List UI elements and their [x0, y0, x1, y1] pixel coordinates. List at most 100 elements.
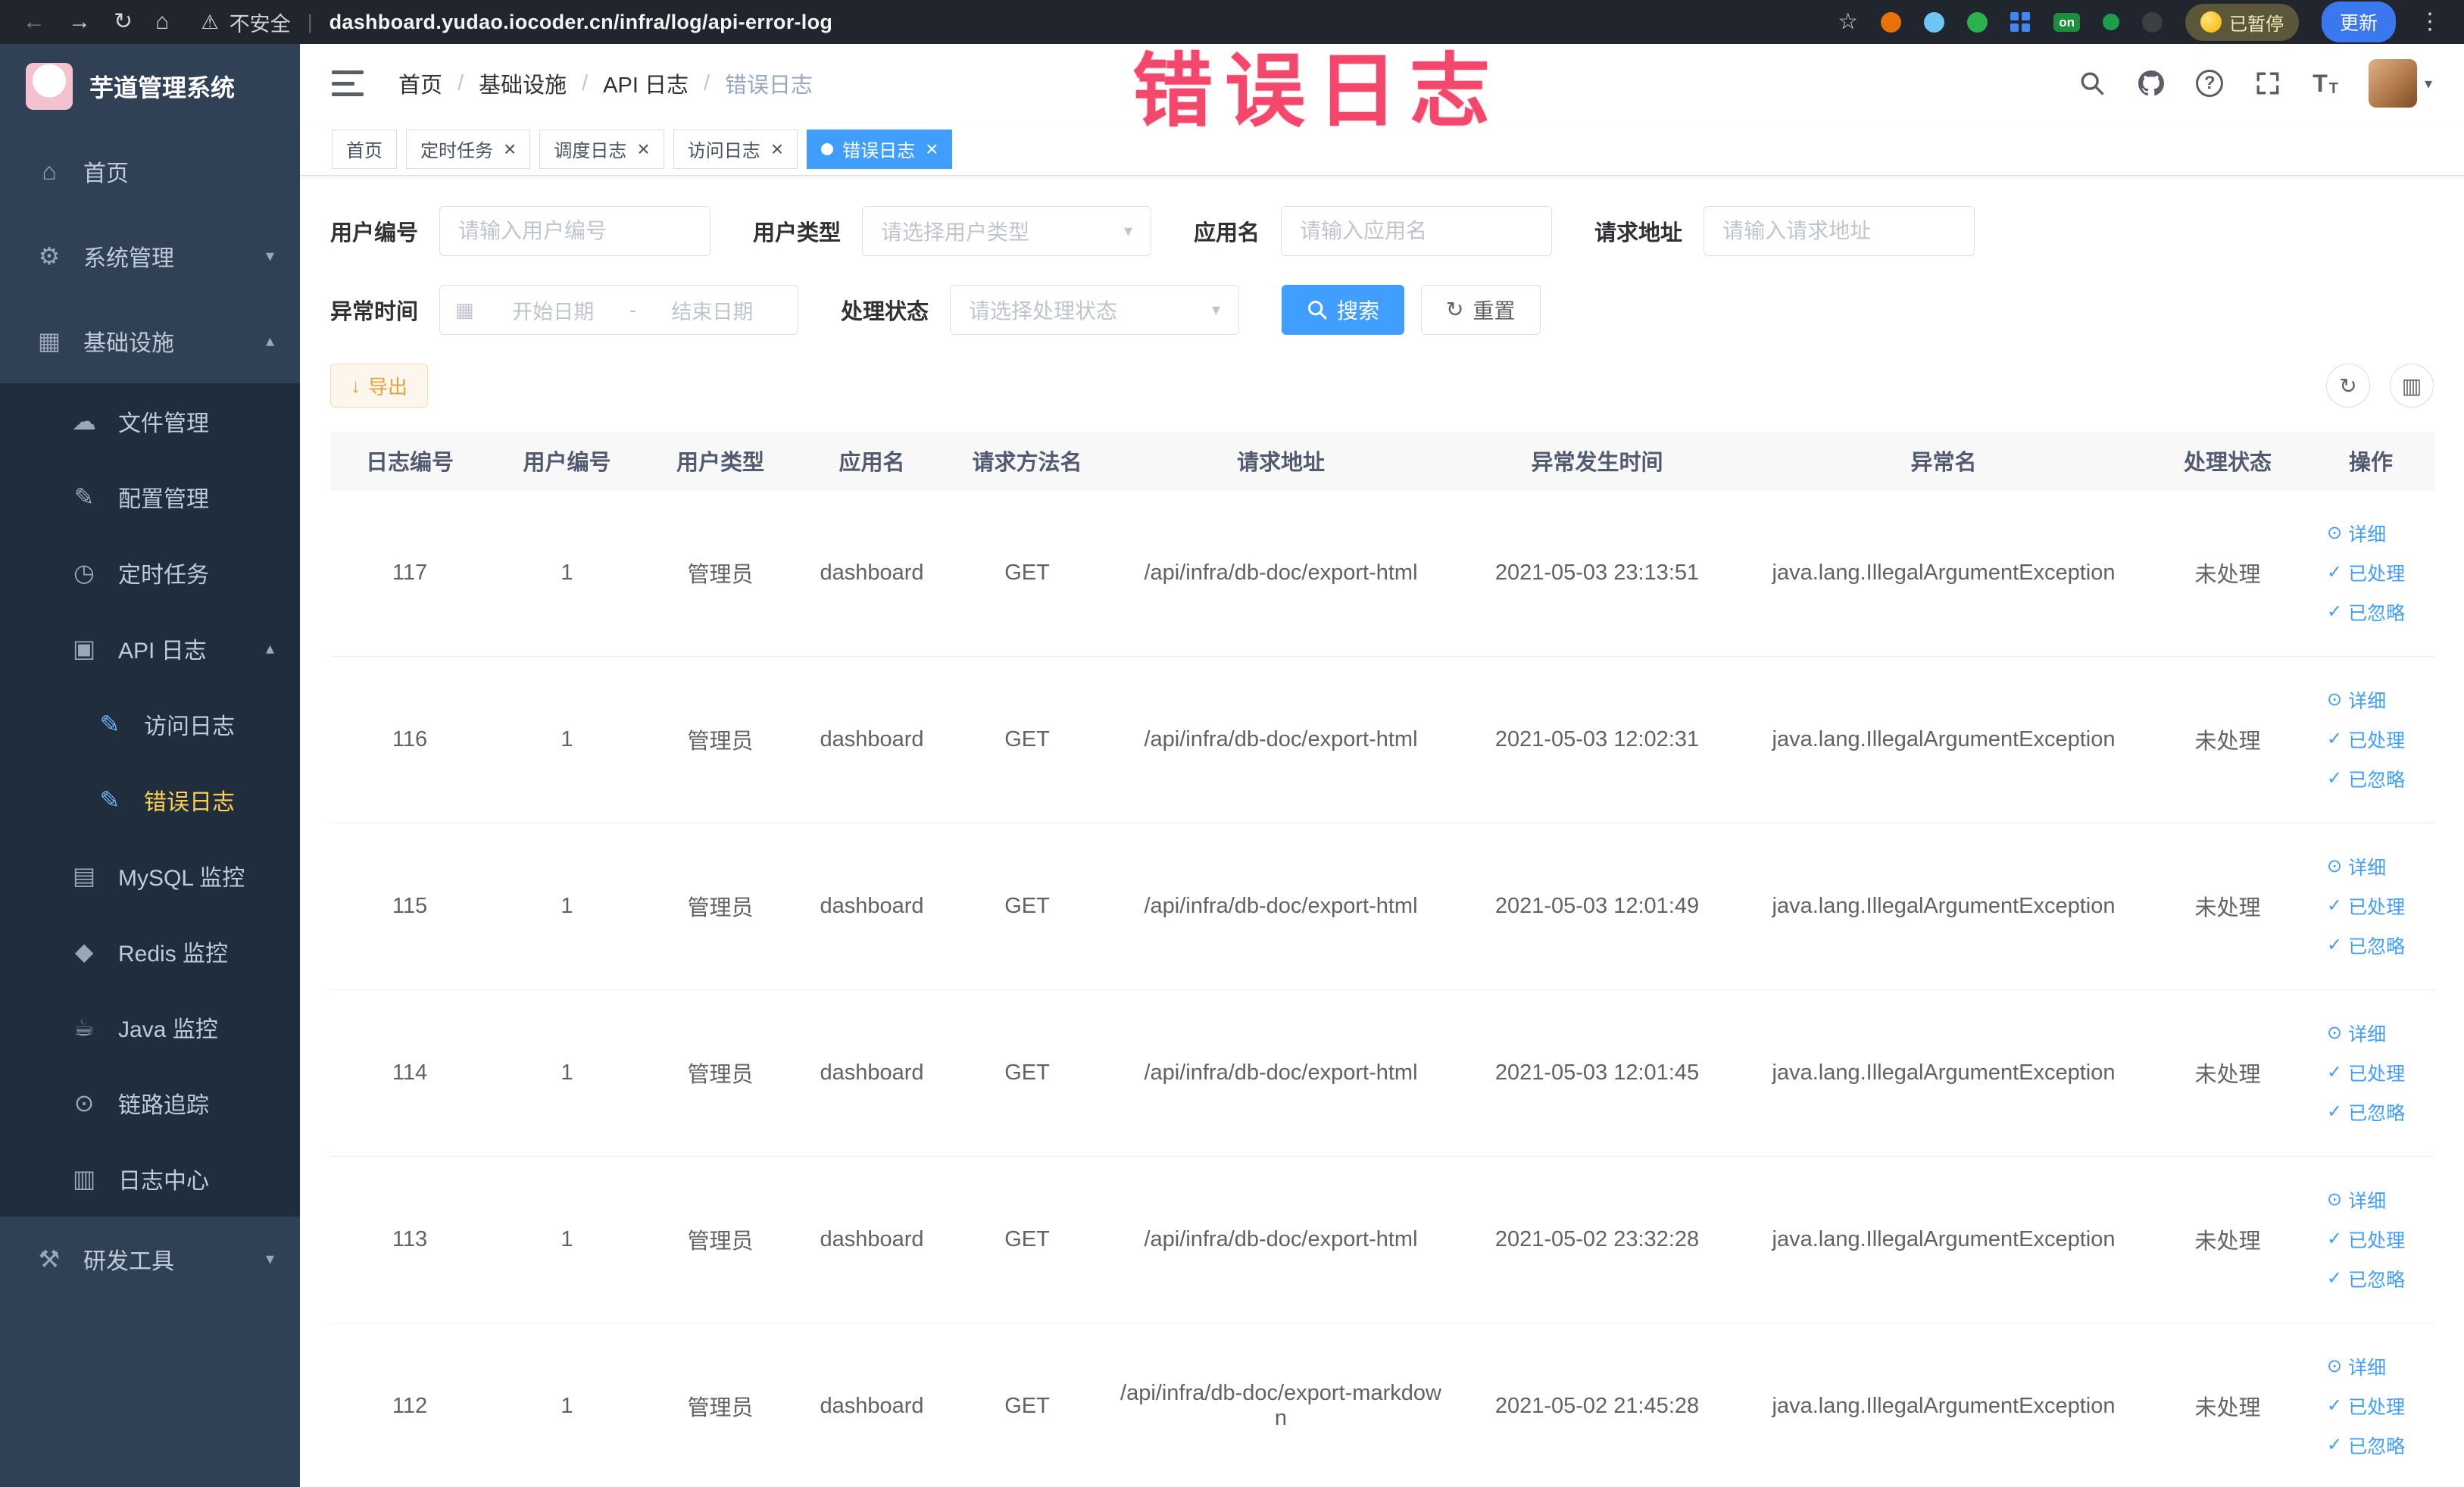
- sidebar-item-Java 监控[interactable]: ☕ Java 监控: [0, 989, 300, 1065]
- action-已忽略[interactable]: ✓ 已忽略: [2327, 932, 2405, 959]
- breadcrumb-item[interactable]: API 日志: [603, 67, 689, 99]
- sidebar-item-配置管理[interactable]: ✎ 配置管理: [0, 459, 300, 535]
- exception-time-range-picker[interactable]: ▦ 开始日期 - 结束日期: [439, 285, 799, 335]
- sidebar-item-基础设施[interactable]: ▦ 基础设施 ▴: [0, 298, 300, 383]
- sidebar-logo[interactable]: 芋道管理系统: [0, 44, 300, 129]
- filter-request-url: 请求地址: [1594, 206, 1975, 256]
- github-icon[interactable]: [2137, 69, 2166, 98]
- close-icon[interactable]: ×: [771, 138, 783, 160]
- request-url-input[interactable]: [1704, 206, 1975, 256]
- check-icon: ✓: [2327, 1435, 2343, 1455]
- close-icon[interactable]: ×: [926, 138, 938, 160]
- extension-blue-icon[interactable]: [1924, 11, 1945, 33]
- tab-访问日志[interactable]: 访问日志 ×: [673, 129, 798, 169]
- bookmark-star-icon[interactable]: ☆: [1838, 11, 1858, 33]
- tab-定时任务[interactable]: 定时任务 ×: [406, 129, 531, 169]
- sidebar-item-MySQL 监控[interactable]: ▤ MySQL 监控: [0, 838, 300, 914]
- sidebar-item-访问日志[interactable]: ✎ 访问日志: [0, 686, 300, 762]
- close-icon[interactable]: ×: [504, 138, 516, 160]
- action-已忽略[interactable]: ✓ 已忽略: [2327, 598, 2405, 626]
- sidebar-item-label: 错误日志: [144, 790, 235, 815]
- action-已处理[interactable]: ✓ 已处理: [2327, 892, 2405, 920]
- java-icon: ☕: [73, 1014, 95, 1041]
- update-button[interactable]: 更新: [2321, 2, 2396, 42]
- action-详细[interactable]: ⊙ 详细: [2327, 853, 2386, 880]
- home-button[interactable]: ⌂: [155, 11, 169, 33]
- extension-grid-icon[interactable]: [2010, 11, 2031, 33]
- action-已处理[interactable]: ✓ 已处理: [2327, 1059, 2405, 1086]
- sidebar-item-API 日志[interactable]: ▣ API 日志 ▴: [0, 611, 300, 686]
- user-menu[interactable]: ▾: [2368, 59, 2432, 108]
- export-button[interactable]: ↓ 导出: [330, 364, 429, 408]
- tab-错误日志[interactable]: 错误日志 ×: [807, 129, 953, 169]
- font-size-icon[interactable]: TT: [2313, 70, 2338, 98]
- app-name-input[interactable]: [1281, 206, 1553, 256]
- action-已忽略[interactable]: ✓ 已忽略: [2327, 1265, 2405, 1292]
- action-已处理[interactable]: ✓ 已处理: [2327, 726, 2405, 753]
- fullscreen-icon[interactable]: [2253, 69, 2282, 98]
- refresh-table-button[interactable]: ↻: [2326, 364, 2370, 408]
- action-详细[interactable]: ⊙ 详细: [2327, 520, 2386, 547]
- action-label: 详细: [2348, 1024, 2387, 1045]
- reload-button[interactable]: ↻: [114, 11, 133, 33]
- sidebar-item-错误日志[interactable]: ✎ 错误日志: [0, 762, 300, 838]
- sidebar-item-定时任务[interactable]: ◷ 定时任务: [0, 535, 300, 611]
- action-label: 已忽略: [2348, 603, 2406, 624]
- kebab-menu-icon[interactable]: ⋮: [2419, 11, 2441, 33]
- action-已处理[interactable]: ✓ 已处理: [2327, 1392, 2405, 1420]
- process-status-select[interactable]: 请选择处理状态 ▾: [950, 285, 1240, 335]
- action-已忽略[interactable]: ✓ 已忽略: [2327, 1098, 2405, 1126]
- cell-app: dashboard: [796, 656, 948, 823]
- sidebar-item-label: MySQL 监控: [118, 866, 245, 891]
- action-详细[interactable]: ⊙ 详细: [2327, 1353, 2386, 1380]
- action-已处理[interactable]: ✓ 已处理: [2327, 1226, 2405, 1253]
- range-separator: -: [629, 298, 636, 321]
- api-log-icon: ▣: [72, 635, 96, 662]
- action-详细[interactable]: ⊙ 详细: [2327, 1020, 2386, 1047]
- hamburger-icon[interactable]: [332, 70, 364, 96]
- sidebar-item-研发工具[interactable]: ⚒ 研发工具 ▾: [0, 1217, 300, 1301]
- action-详细[interactable]: ⊙ 详细: [2327, 686, 2386, 714]
- cell-exception: java.lang.IllegalArgumentException: [1739, 823, 2148, 990]
- action-已忽略[interactable]: ✓ 已忽略: [2327, 1432, 2405, 1459]
- action-label: 已处理: [2348, 1064, 2406, 1085]
- sidebar-item-链路追踪[interactable]: ⊙ 链路追踪: [0, 1065, 300, 1141]
- sidebar-item-日志中心[interactable]: ▥ 日志中心: [0, 1141, 300, 1217]
- search-icon[interactable]: [2078, 69, 2106, 98]
- search-button-label: 搜索: [1337, 299, 1380, 323]
- extension-green-icon[interactable]: [1967, 11, 1988, 33]
- close-icon[interactable]: ×: [637, 138, 649, 160]
- reset-button[interactable]: ↻ 重置: [1421, 285, 1541, 335]
- user-type-select[interactable]: 请选择用户类型 ▾: [862, 206, 1152, 256]
- user-id-input[interactable]: [439, 206, 711, 256]
- chevron-down-icon: ▾: [2424, 75, 2432, 92]
- address-bar[interactable]: ⚠ 不安全 | dashboard.yudao.iocoder.cn/infra…: [201, 8, 832, 37]
- extension-leaf-icon[interactable]: [2102, 14, 2119, 30]
- search-button[interactable]: 搜索: [1282, 285, 1405, 335]
- action-已忽略[interactable]: ✓ 已忽略: [2327, 765, 2405, 792]
- sidebar-item-Redis 监控[interactable]: ◆ Redis 监控: [0, 914, 300, 989]
- tab-调度日志[interactable]: 调度日志 ×: [539, 129, 664, 169]
- action-label: 已忽略: [2348, 936, 2406, 957]
- action-已处理[interactable]: ✓ 已处理: [2327, 559, 2405, 586]
- filter-user-type: 用户类型 请选择用户类型 ▾: [753, 206, 1152, 256]
- back-button[interactable]: ←: [23, 11, 45, 33]
- browser-chrome: ← → ↻ ⌂ ⚠ 不安全 | dashboard.yudao.iocoder.…: [0, 0, 2464, 44]
- column-header-操作: 操作: [2307, 432, 2434, 490]
- sidebar-item-首页[interactable]: ⌂ 首页: [0, 129, 300, 214]
- profile-paused-chip[interactable]: 已暂停: [2184, 3, 2299, 41]
- extension-on-badge[interactable]: on: [2053, 12, 2080, 32]
- forward-button[interactable]: →: [68, 11, 91, 33]
- action-详细[interactable]: ⊙ 详细: [2327, 1186, 2386, 1214]
- extension-orange-icon[interactable]: [1881, 11, 1902, 33]
- tab-首页[interactable]: 首页: [332, 129, 397, 169]
- eye-icon: ⊙: [2327, 856, 2343, 876]
- sidebar-item-文件管理[interactable]: ☁ 文件管理: [0, 383, 300, 459]
- breadcrumb-item[interactable]: 首页: [398, 67, 442, 99]
- column-settings-button[interactable]: ▥: [2390, 364, 2434, 408]
- table-row: 113 1 管理员 dashboard GET/api/infra/db-doc/exp…: [330, 1156, 2434, 1323]
- sidebar-item-系统管理[interactable]: ⚙ 系统管理 ▾: [0, 214, 300, 298]
- breadcrumb-item[interactable]: 基础设施: [479, 67, 567, 99]
- extension-paw-icon[interactable]: [2141, 11, 2163, 33]
- help-icon[interactable]: ?: [2196, 70, 2224, 97]
